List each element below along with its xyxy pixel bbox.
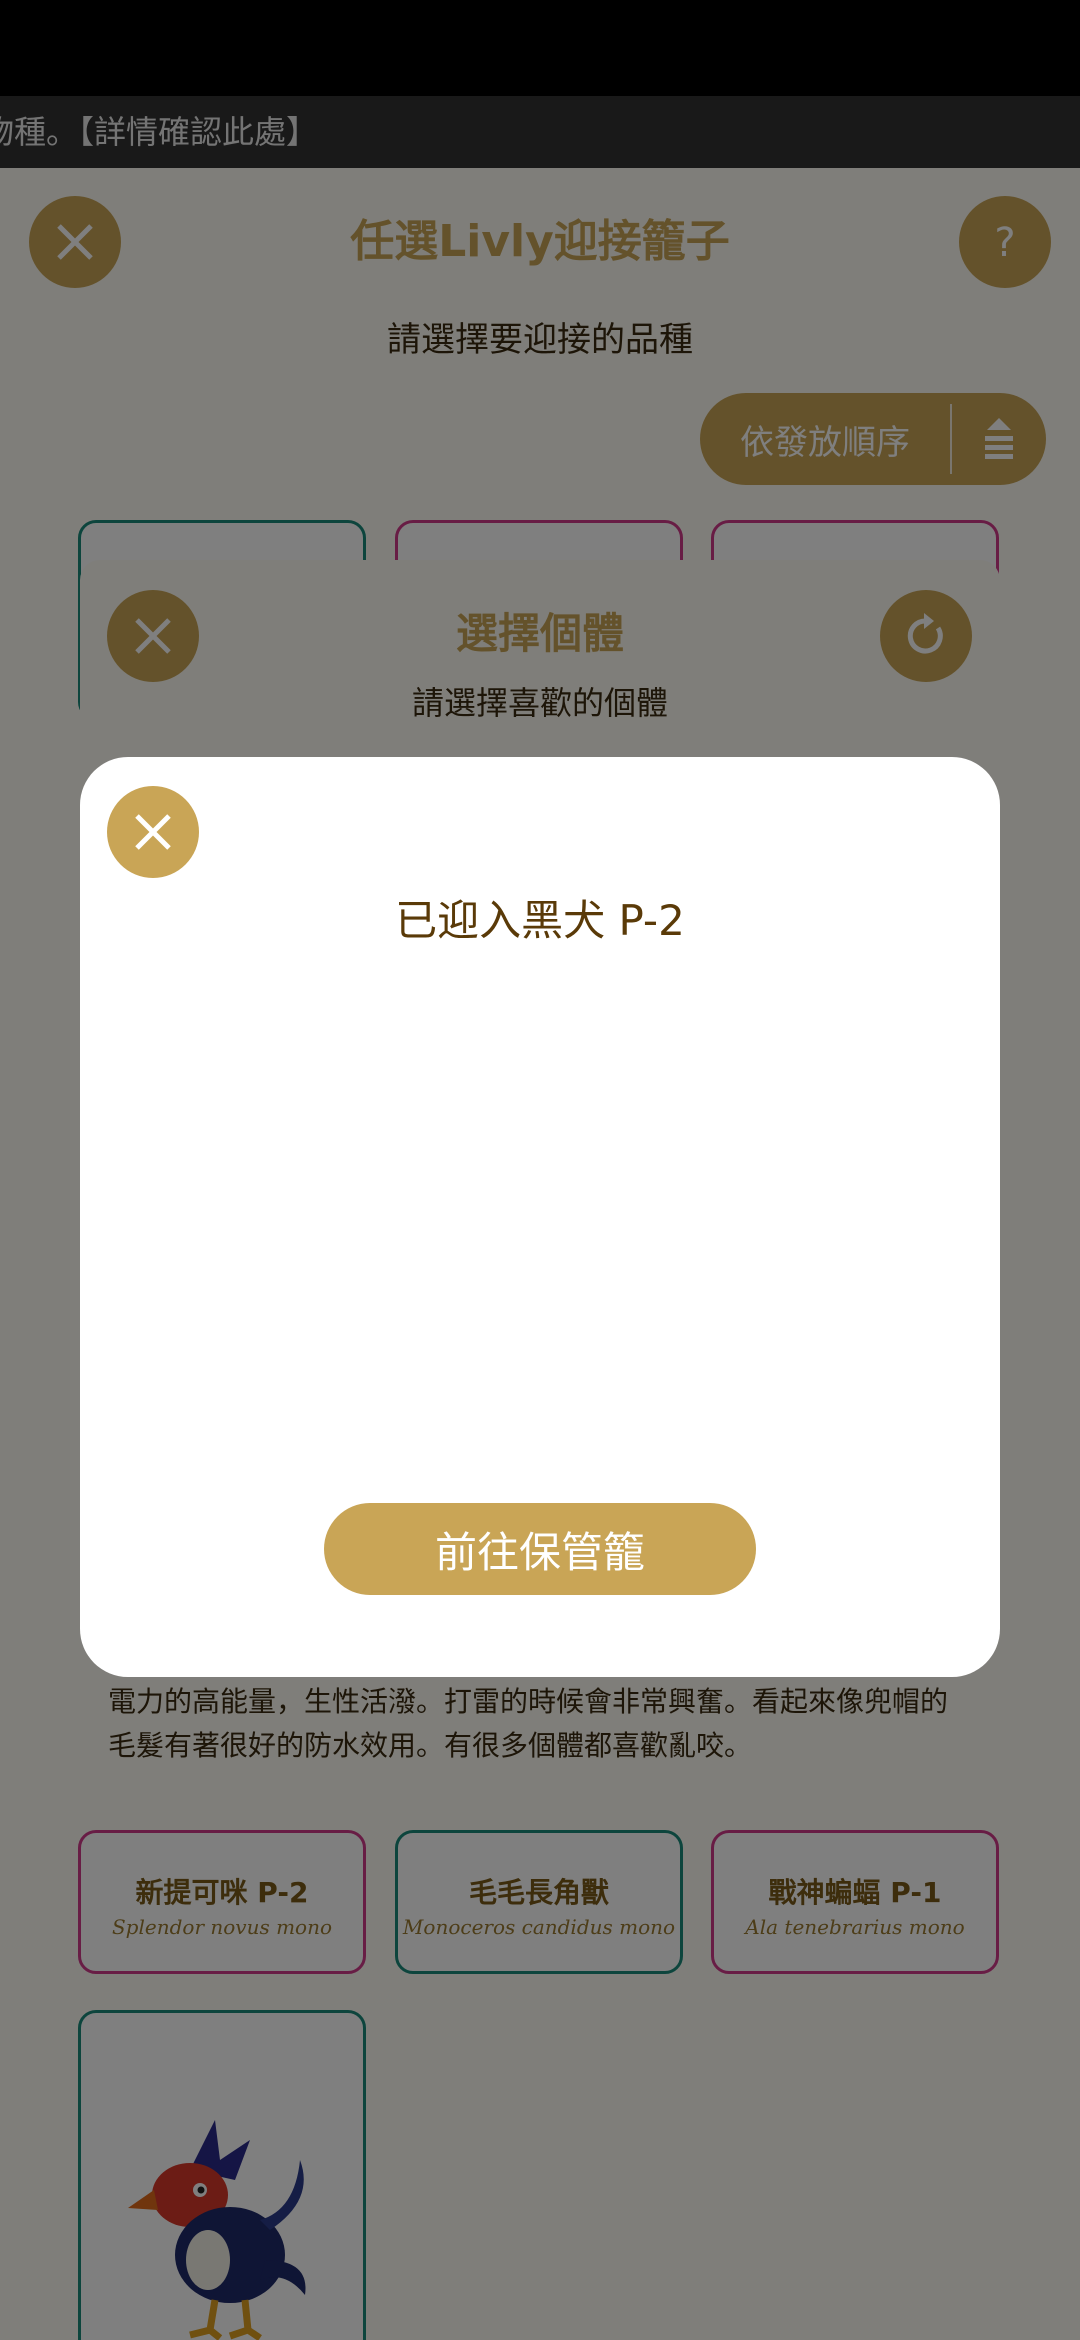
dialog-close-button[interactable] — [107, 786, 199, 878]
welcome-dialog: 已迎入黑犬 P-2 前往保管籠 — [80, 757, 1000, 1677]
go-to-storage-button[interactable]: 前往保管籠 — [324, 1503, 756, 1595]
dialog-title: 已迎入黑犬 P-2 — [395, 896, 685, 945]
close-icon — [135, 814, 171, 850]
